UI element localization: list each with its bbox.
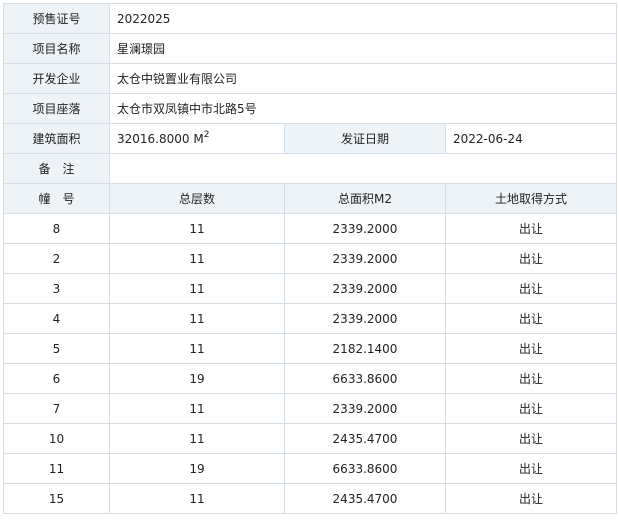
issue-date-label: 发证日期 — [284, 123, 446, 154]
building-no-cell: 11 — [3, 453, 110, 484]
land-acquisition-cell: 出让 — [445, 453, 617, 484]
floors-cell: 11 — [109, 273, 285, 304]
land-acquisition-cell: 出让 — [445, 393, 617, 424]
header-land-acquisition: 土地取得方式 — [445, 183, 617, 214]
land-acquisition-cell: 出让 — [445, 273, 617, 304]
row-presale-no: 预售证号 2022025 — [3, 3, 617, 34]
building-no-cell: 10 — [3, 423, 110, 454]
remarks-value — [109, 153, 617, 184]
table-row: 10 11 2435.4700 出让 — [3, 423, 617, 454]
floors-cell: 11 — [109, 483, 285, 514]
header-building-no: 幢 号 — [3, 183, 110, 214]
table-row: 15 11 2435.4700 出让 — [3, 483, 617, 514]
table-row: 5 11 2182.1400 出让 — [3, 333, 617, 364]
land-acquisition-cell: 出让 — [445, 423, 617, 454]
building-no-cell: 2 — [3, 243, 110, 274]
building-area-unit-sup: 2 — [203, 130, 210, 140]
building-area-cell: 32016.8000 M2 — [109, 123, 285, 154]
row-area-date: 建筑面积 32016.8000 M2 发证日期 2022-06-24 — [3, 123, 617, 154]
table-row: 11 19 6633.8600 出让 — [3, 453, 617, 484]
total-area-cell: 6633.8600 — [284, 363, 446, 394]
floors-cell: 11 — [109, 303, 285, 334]
total-area-cell: 2435.4700 — [284, 483, 446, 514]
land-acquisition-cell: 出让 — [445, 213, 617, 244]
total-area-cell: 2182.1400 — [284, 333, 446, 364]
total-area-cell: 6633.8600 — [284, 453, 446, 484]
row-developer: 开发企业 太仓中锐置业有限公司 — [3, 63, 617, 94]
building-no-cell: 5 — [3, 333, 110, 364]
table-row: 3 11 2339.2000 出让 — [3, 273, 617, 304]
developer-value: 太仓中锐置业有限公司 — [109, 63, 617, 94]
building-no-cell: 7 — [3, 393, 110, 424]
floors-cell: 19 — [109, 453, 285, 484]
row-project-name: 项目名称 星澜璟园 — [3, 33, 617, 64]
land-acquisition-cell: 出让 — [445, 243, 617, 274]
land-acquisition-cell: 出让 — [445, 303, 617, 334]
building-no-cell: 15 — [3, 483, 110, 514]
presale-permit-table: 预售证号 2022025 项目名称 星澜璟园 开发企业 太仓中锐置业有限公司 项… — [3, 3, 617, 514]
table-row: 6 19 6633.8600 出让 — [3, 363, 617, 394]
header-total-area: 总面积M2 — [284, 183, 446, 214]
total-area-cell: 2339.2000 — [284, 393, 446, 424]
total-area-cell: 2435.4700 — [284, 423, 446, 454]
building-area-unit: M — [193, 132, 204, 146]
table-row: 2 11 2339.2000 出让 — [3, 243, 617, 274]
building-area-label: 建筑面积 — [3, 123, 110, 154]
header-floors: 总层数 — [109, 183, 285, 214]
total-area-cell: 2339.2000 — [284, 303, 446, 334]
table-row: 8 11 2339.2000 出让 — [3, 213, 617, 244]
row-remarks: 备 注 — [3, 153, 617, 184]
developer-label: 开发企业 — [3, 63, 110, 94]
building-no-cell: 3 — [3, 273, 110, 304]
total-area-cell: 2339.2000 — [284, 273, 446, 304]
issue-date-value: 2022-06-24 — [445, 123, 617, 154]
table-header-row: 幢 号 总层数 总面积M2 土地取得方式 — [3, 183, 617, 214]
floors-cell: 11 — [109, 213, 285, 244]
row-location: 项目座落 太仓市双凤镇中市北路5号 — [3, 93, 617, 124]
floors-cell: 11 — [109, 423, 285, 454]
floors-cell: 11 — [109, 393, 285, 424]
land-acquisition-cell: 出让 — [445, 483, 617, 514]
building-no-cell: 6 — [3, 363, 110, 394]
table-row: 4 11 2339.2000 出让 — [3, 303, 617, 334]
total-area-cell: 2339.2000 — [284, 213, 446, 244]
location-label: 项目座落 — [3, 93, 110, 124]
floors-cell: 11 — [109, 333, 285, 364]
remarks-label: 备 注 — [3, 153, 110, 184]
building-no-cell: 4 — [3, 303, 110, 334]
floors-cell: 19 — [109, 363, 285, 394]
project-name-value: 星澜璟园 — [109, 33, 617, 64]
building-area-value: 32016.8000 — [117, 132, 190, 146]
presale-no-label: 预售证号 — [3, 3, 110, 34]
land-acquisition-cell: 出让 — [445, 333, 617, 364]
total-area-cell: 2339.2000 — [284, 243, 446, 274]
building-no-cell: 8 — [3, 213, 110, 244]
table-row: 7 11 2339.2000 出让 — [3, 393, 617, 424]
floors-cell: 11 — [109, 243, 285, 274]
presale-no-value: 2022025 — [109, 3, 617, 34]
location-value: 太仓市双凤镇中市北路5号 — [109, 93, 617, 124]
project-name-label: 项目名称 — [3, 33, 110, 64]
land-acquisition-cell: 出让 — [445, 363, 617, 394]
